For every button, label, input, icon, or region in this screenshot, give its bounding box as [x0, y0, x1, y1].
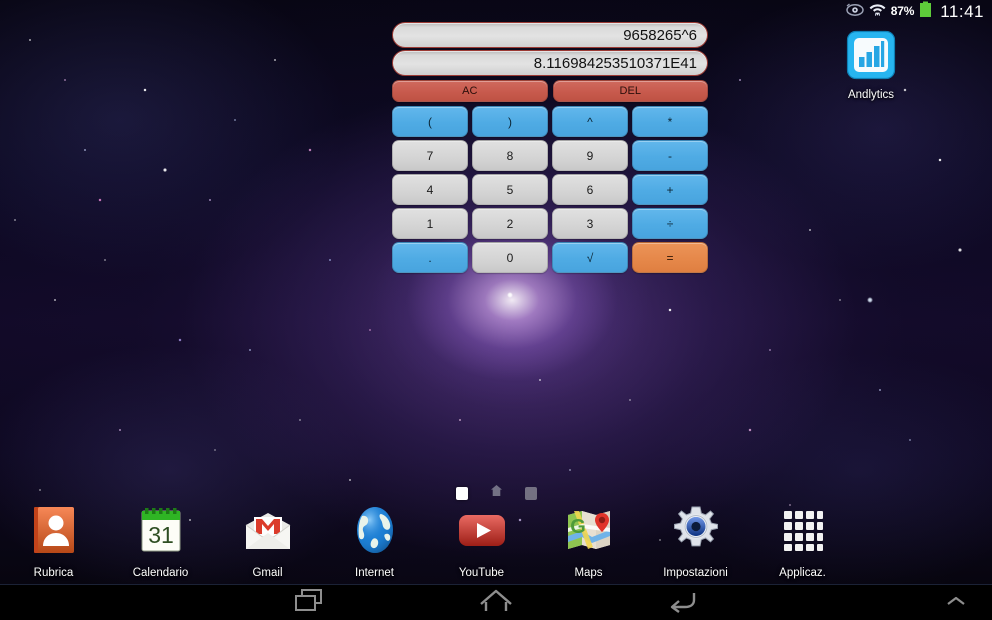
back-arrow-icon [668, 588, 698, 619]
dock-item-youtube[interactable]: YouTube [428, 503, 535, 579]
calc-key-6[interactable]: 6 [552, 174, 628, 205]
calc-key-7[interactable]: 7 [392, 140, 468, 171]
recents-icon [294, 588, 326, 619]
dock-item-rubrica[interactable]: Rubrica [0, 503, 107, 579]
dock-item-impostazioni[interactable]: Impostazioni [642, 503, 749, 579]
smart-stay-eye-icon [846, 2, 864, 20]
navigation-bar [0, 584, 992, 620]
calculator-row-3: 789- [392, 140, 708, 171]
calculator-row-5: 1 2 3 ÷ [392, 208, 708, 239]
expand-button[interactable] [930, 585, 982, 620]
page-dot-home[interactable] [490, 484, 503, 502]
calc-key-1[interactable]: 1 [392, 208, 468, 239]
page-dot-3[interactable] [524, 486, 537, 500]
dock-item-label: Maps [574, 567, 603, 579]
dock-item-gmail[interactable]: Gmail [214, 503, 321, 579]
calc-key-9[interactable]: 9 [552, 140, 628, 171]
dock-item-applicazioni[interactable]: Applicaz. [749, 503, 856, 579]
dock-item-label: Gmail [252, 567, 283, 579]
dock-item-label: Rubrica [33, 567, 74, 579]
calc-key-divide[interactable]: ÷ [632, 208, 708, 239]
dock-item-label: Applicaz. [779, 567, 826, 579]
dock-item-calendario[interactable]: 31 Calendario [107, 503, 214, 579]
home-icon [479, 588, 513, 619]
dock-item-label: Calendario [132, 567, 189, 579]
calculator-row-4: 4 5 6 + [392, 174, 708, 205]
calc-key-minus[interactable]: - [632, 140, 708, 171]
youtube-play-icon [455, 503, 509, 562]
calc-key-open-paren[interactable]: ( [392, 106, 468, 137]
battery-full-icon [919, 1, 932, 21]
calc-key-close-paren[interactable]: ) [472, 106, 548, 137]
gmail-envelope-icon [241, 503, 295, 562]
calc-key-0[interactable]: 0 [472, 242, 548, 273]
andlytics-bar-chart-icon [846, 30, 896, 85]
calculator-input-display[interactable]: 9658265^6 [392, 22, 708, 48]
page-dot-1[interactable] [455, 486, 468, 500]
calc-key-plus[interactable]: + [632, 174, 708, 205]
calc-key-multiply[interactable]: * [632, 106, 708, 137]
app-drawer-grid-icon [776, 503, 830, 562]
home-button[interactable] [436, 585, 556, 620]
dock-item-label: YouTube [458, 567, 505, 579]
dock-item-maps[interactable]: G Maps [535, 503, 642, 579]
maps-pin-icon: G [562, 503, 616, 562]
calc-key-5[interactable]: 5 [472, 174, 548, 205]
calculator-keypad: AC DEL() ^ * 7 8 9-4 5 6 +1 2 3 ÷. 0 √ = [392, 80, 708, 273]
svg-text:31: 31 [148, 522, 174, 548]
calendar-icon: 31 [134, 503, 188, 562]
calc-key-2[interactable]: 2 [472, 208, 548, 239]
status-bar[interactable]: 87% 11:41 [0, 0, 992, 22]
calc-key-equals[interactable]: = [632, 242, 708, 273]
calc-key-ac[interactable]: AC [392, 80, 548, 102]
dock-item-internet[interactable]: Internet [321, 503, 428, 579]
status-bar-clock: 11:41 [940, 1, 984, 21]
settings-gear-icon [669, 503, 723, 562]
calculator-widget[interactable]: 9658265^6 8.116984253510371E41 AC DEL () ^ *… [392, 22, 708, 276]
calc-key-8[interactable]: 8 [472, 140, 548, 171]
calculator-row-2: () ^ * [392, 106, 708, 137]
dock-item-label: Internet [355, 567, 394, 579]
contacts-icon [27, 503, 81, 562]
recents-button[interactable] [250, 585, 370, 620]
dock: Rubrica 31 Calendario Gmail Internet You… [0, 503, 992, 583]
calculator-row-1: AC DEL [392, 80, 708, 102]
calc-key-4[interactable]: 4 [392, 174, 468, 205]
calculator-row-6: . 0 √ = [392, 242, 708, 273]
calc-key-power[interactable]: ^ [552, 106, 628, 137]
chevron-up-icon [944, 594, 968, 613]
calc-key-3[interactable]: 3 [552, 208, 628, 239]
calc-key-sqrt[interactable]: √ [552, 242, 628, 273]
svg-text:G: G [570, 516, 586, 538]
wifi-icon [869, 2, 886, 20]
calc-key-decimal[interactable]: . [392, 242, 468, 273]
calc-key-del[interactable]: DEL [552, 80, 708, 102]
battery-percent-label: 87% [890, 4, 915, 18]
home-icon-label: Andlytics [847, 89, 895, 101]
calculator-result-display[interactable]: 8.116984253510371E41 [392, 50, 708, 76]
page-indicator [0, 485, 992, 501]
browser-globe-icon [348, 503, 402, 562]
back-button[interactable] [623, 585, 743, 620]
home-icon-andlytics[interactable]: Andlytics [836, 30, 906, 101]
dock-item-label: Impostazioni [663, 567, 728, 579]
